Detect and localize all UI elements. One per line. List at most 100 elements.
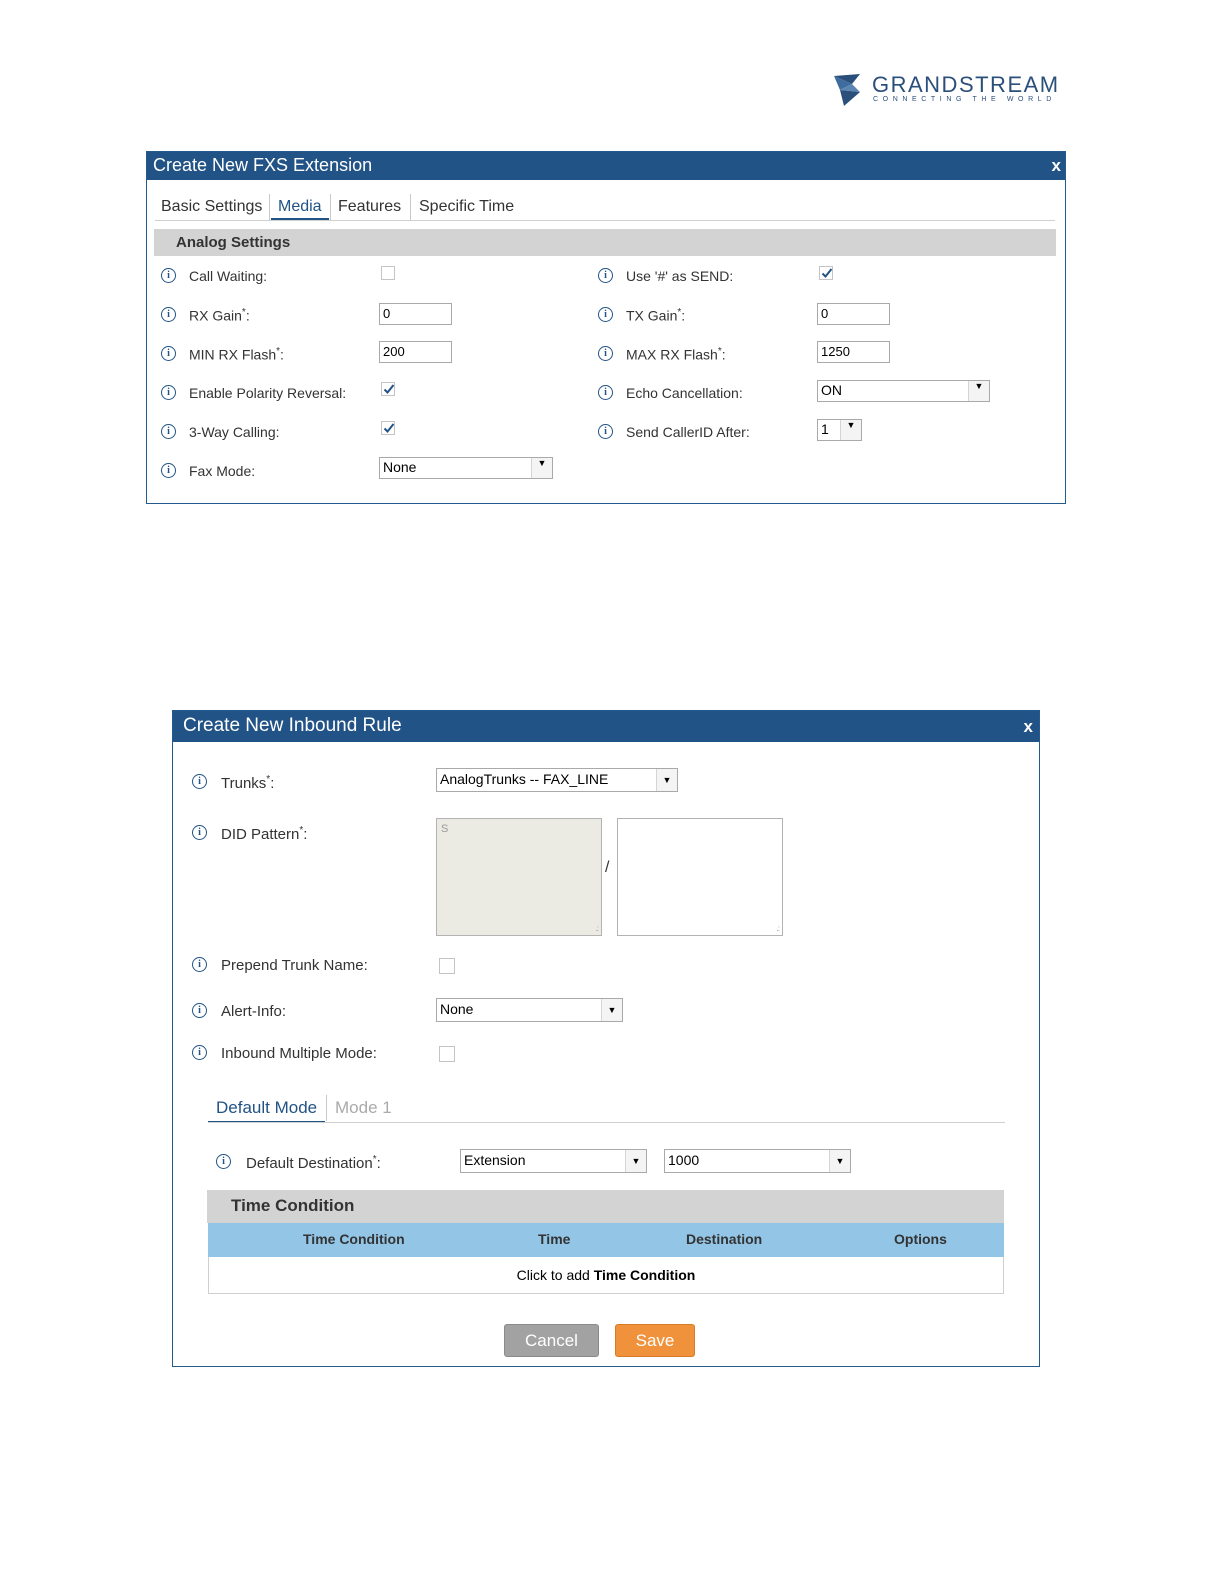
inbound-multiple-mode-checkbox[interactable] <box>439 1046 455 1062</box>
fxs-extension-dialog: Create New FXS Extension x Basic Setting… <box>146 151 1066 504</box>
three-way-calling-checkbox[interactable] <box>381 421 395 435</box>
time-condition-table-header: Time Condition Time Destination Options <box>208 1223 1004 1257</box>
destination-type-select[interactable]: Extension ▼ <box>460 1149 647 1173</box>
close-icon[interactable]: x <box>1024 717 1033 737</box>
destination-value-select[interactable]: 1000 ▼ <box>664 1149 851 1173</box>
tx-gain-input[interactable]: 0 <box>817 303 890 325</box>
inbound-rule-dialog: Create New Inbound Rule x i Trunks*: Ana… <box>172 710 1040 1367</box>
tx-gain-label: TX Gain*: <box>626 307 686 324</box>
fax-mode-value: None <box>383 459 417 475</box>
fax-mode-label: Fax Mode: <box>189 463 256 479</box>
dialog-title-bar: Create New Inbound Rule x <box>173 711 1039 742</box>
time-condition-empty-row: Click to add Time Condition <box>208 1257 1004 1294</box>
chevron-down-icon: ▼ <box>531 458 552 478</box>
trunks-select[interactable]: AnalogTrunks -- FAX_LINE ▼ <box>436 768 678 792</box>
did-pattern-label: DID Pattern*: <box>221 825 308 843</box>
column-header: Destination <box>686 1231 763 1247</box>
info-icon[interactable]: i <box>161 424 176 439</box>
info-icon[interactable]: i <box>598 268 613 283</box>
analog-settings-header: Analog Settings <box>154 229 1056 256</box>
info-icon[interactable]: i <box>598 385 613 400</box>
tab-specific-time[interactable]: Specific Time <box>419 198 514 216</box>
did-pattern-textarea[interactable]: .: <box>617 818 783 936</box>
info-icon[interactable]: i <box>598 424 613 439</box>
tab-media[interactable]: Media <box>278 198 322 216</box>
send-callerid-after-select[interactable]: 1 ▼ <box>817 419 862 441</box>
chevron-down-icon: ▼ <box>601 999 622 1021</box>
info-icon[interactable]: i <box>192 957 207 972</box>
grandstream-logo: GRANDSTREAM CONNECTING THE WORLD <box>830 70 1075 112</box>
tab-separator <box>330 194 331 220</box>
echo-cancellation-select[interactable]: ON ▼ <box>817 380 990 402</box>
info-icon[interactable]: i <box>598 346 613 361</box>
prepend-trunk-name-label: Prepend Trunk Name: <box>221 957 368 974</box>
logo-tagline: CONNECTING THE WORLD <box>873 96 1056 103</box>
tab-default-mode[interactable]: Default Mode <box>216 1098 317 1118</box>
column-header: Time <box>538 1231 571 1247</box>
fax-mode-select[interactable]: None ▼ <box>379 457 553 479</box>
info-icon[interactable]: i <box>192 774 207 789</box>
info-icon[interactable]: i <box>161 346 176 361</box>
chevron-down-icon: ▼ <box>625 1150 646 1172</box>
tab-separator <box>326 1095 327 1121</box>
info-icon[interactable]: i <box>192 1003 207 1018</box>
rx-gain-label: RX Gain*: <box>189 307 250 324</box>
close-icon[interactable]: x <box>1052 156 1061 176</box>
tabs-divider <box>208 1122 1005 1123</box>
call-waiting-checkbox[interactable] <box>381 266 395 280</box>
alert-info-select[interactable]: None ▼ <box>436 998 623 1022</box>
call-waiting-label: Call Waiting: <box>189 268 268 284</box>
did-pattern-separator: / <box>605 859 610 876</box>
max-rx-flash-input[interactable]: 1250 <box>817 341 890 363</box>
polarity-reversal-checkbox[interactable] <box>381 382 395 396</box>
resize-grip-icon: .: <box>776 924 781 933</box>
send-callerid-after-value: 1 <box>821 421 829 437</box>
tab-mode-1[interactable]: Mode 1 <box>335 1098 392 1118</box>
time-condition-header: Time Condition <box>207 1190 1004 1223</box>
info-icon[interactable]: i <box>216 1154 231 1169</box>
max-rx-flash-label: MAX RX Flash*: <box>626 346 726 363</box>
rx-gain-input[interactable]: 0 <box>379 303 452 325</box>
tab-features[interactable]: Features <box>338 198 401 216</box>
use-hash-send-label: Use '#' as SEND: <box>626 268 734 284</box>
column-header: Time Condition <box>303 1231 405 1247</box>
default-destination-label: Default Destination*: <box>246 1154 381 1172</box>
inbound-multiple-mode-label: Inbound Multiple Mode: <box>221 1045 377 1062</box>
did-pattern-disabled-textarea: S .: <box>436 818 602 936</box>
column-header: Options <box>894 1231 947 1247</box>
prepend-trunk-name-checkbox[interactable] <box>439 958 455 974</box>
dialog-title-bar: Create New FXS Extension x <box>147 152 1065 180</box>
use-hash-send-checkbox[interactable] <box>819 266 833 280</box>
trunks-value: AnalogTrunks -- FAX_LINE <box>440 771 609 787</box>
three-way-calling-label: 3-Way Calling: <box>189 424 280 440</box>
check-icon <box>383 423 395 433</box>
info-icon[interactable]: i <box>161 307 176 322</box>
add-time-condition-link[interactable]: Time Condition <box>594 1267 696 1283</box>
chevron-down-icon: ▼ <box>656 769 677 791</box>
min-rx-flash-input[interactable]: 200 <box>379 341 452 363</box>
tab-separator <box>269 194 270 220</box>
echo-cancellation-label: Echo Cancellation: <box>626 385 743 401</box>
dialog-title: Create New Inbound Rule <box>183 715 402 736</box>
polarity-reversal-label: Enable Polarity Reversal: <box>189 385 347 401</box>
chevron-down-icon: ▼ <box>840 420 861 440</box>
cancel-button[interactable]: Cancel <box>504 1324 599 1357</box>
min-rx-flash-label: MIN RX Flash*: <box>189 346 284 363</box>
tabs-divider <box>155 220 1055 221</box>
check-icon <box>383 384 395 394</box>
info-icon[interactable]: i <box>161 268 176 283</box>
chevron-down-icon: ▼ <box>968 381 989 401</box>
check-icon <box>821 268 833 278</box>
info-icon[interactable]: i <box>161 463 176 478</box>
dialog-title: Create New FXS Extension <box>153 155 373 175</box>
info-icon[interactable]: i <box>598 307 613 322</box>
info-icon[interactable]: i <box>161 385 176 400</box>
info-icon[interactable]: i <box>192 825 207 840</box>
info-icon[interactable]: i <box>192 1045 207 1060</box>
resize-grip-icon: .: <box>595 924 600 933</box>
tab-basic-settings[interactable]: Basic Settings <box>161 198 262 216</box>
alert-info-label: Alert-Info: <box>221 1003 287 1020</box>
destination-type-value: Extension <box>464 1152 526 1168</box>
logo-wordmark: GRANDSTREAM <box>872 72 1060 97</box>
save-button[interactable]: Save <box>615 1324 695 1357</box>
